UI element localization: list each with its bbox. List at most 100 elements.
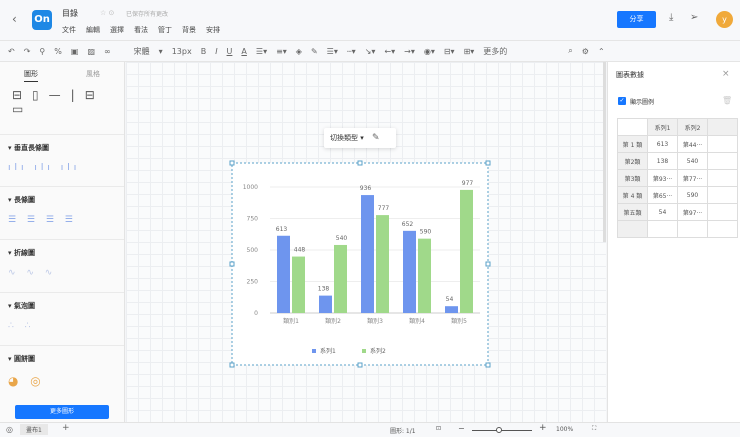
font-size-select[interactable]: 13px: [172, 47, 192, 56]
vertical-scrollbar[interactable]: [603, 62, 606, 242]
text-box-icon[interactable]: ▣: [71, 47, 79, 56]
table-cell[interactable]: [707, 169, 738, 187]
close-icon[interactable]: ×: [722, 69, 730, 79]
table-cell[interactable]: [677, 220, 708, 238]
line-color-icon[interactable]: ✎: [311, 47, 318, 56]
menu-file[interactable]: 文件: [62, 26, 76, 34]
menu-background[interactable]: 背景: [182, 26, 196, 34]
download-icon[interactable]: ⤓: [669, 12, 673, 23]
menu-arrange[interactable]: 安排: [206, 26, 220, 34]
table-cell[interactable]: [617, 118, 648, 136]
table-cell[interactable]: 系列2: [677, 118, 708, 136]
layer-icon[interactable]: ◉▾: [424, 47, 435, 56]
bar: [319, 295, 332, 313]
data-table[interactable]: 系列1 系列2 第 1 類 613 第44··· 第2類 138 540 第3類 第93··· 第7…: [617, 118, 738, 238]
table-cell[interactable]: 第五類: [617, 203, 648, 221]
fit-icon[interactable]: ⊡: [436, 425, 441, 432]
send-icon[interactable]: ➢: [690, 12, 698, 23]
table-cell[interactable]: [707, 118, 738, 136]
clear-format-icon[interactable]: %: [54, 47, 62, 56]
line-style-icon[interactable]: ┄▾: [347, 47, 356, 56]
tab-style[interactable]: 風格: [86, 69, 100, 84]
delete-icon[interactable]: 🗑: [722, 96, 732, 105]
page-tab[interactable]: 畫布1: [20, 424, 48, 435]
zoom-in-icon[interactable]: +: [539, 423, 547, 433]
table-cell[interactable]: 第 4 類: [617, 186, 648, 204]
arrow-start-icon[interactable]: ←▾: [384, 47, 395, 56]
collapse-icon[interactable]: ⌃: [598, 47, 605, 56]
zoom-slider[interactable]: [472, 430, 532, 431]
find-icon[interactable]: ⌕: [568, 46, 572, 56]
zoom-out-icon[interactable]: −: [458, 424, 465, 433]
table-cell[interactable]: 第93···: [647, 169, 678, 187]
back-button[interactable]: ‹: [12, 12, 17, 26]
edit-icon[interactable]: ✎: [372, 133, 380, 143]
group-icon[interactable]: ⊞▾: [464, 47, 475, 56]
pie-chart-icons[interactable]: ◕ ◎: [8, 374, 116, 388]
table-cell[interactable]: [707, 152, 738, 170]
more-shapes-button[interactable]: 更多圖形: [15, 405, 109, 419]
link-icon[interactable]: ∞: [104, 47, 111, 56]
menu-edit[interactable]: 編輯: [86, 26, 100, 34]
bar-chart-icons[interactable]: ☰ ☰ ☰ ☰: [8, 215, 116, 225]
table-cell[interactable]: 第77···: [677, 169, 708, 187]
bubble-chart-icons[interactable]: ∴ ∴: [8, 321, 116, 331]
menu-select[interactable]: 選擇: [110, 26, 124, 34]
table-cell[interactable]: 613: [647, 135, 678, 153]
table-cell[interactable]: [707, 135, 738, 153]
italic-icon[interactable]: I: [215, 47, 217, 56]
star-icon[interactable]: ☆ ⊙: [100, 9, 114, 17]
column-chart-icons[interactable]: ılı ılı ılı: [8, 163, 116, 173]
table-cell[interactable]: 54: [647, 203, 678, 221]
table-cell[interactable]: 第2類: [617, 152, 648, 170]
table-cell[interactable]: 第97···: [677, 203, 708, 221]
add-page-icon[interactable]: +: [62, 423, 70, 433]
fill-color-icon[interactable]: ◈: [296, 47, 302, 56]
table-cell[interactable]: [647, 220, 678, 238]
canvas[interactable]: 切換類型 ▾ ✎ 0 250 500 750 1000 613 448 類別1 138 540 類別…: [126, 62, 606, 422]
line-width-icon[interactable]: ☰▾: [327, 47, 338, 56]
undo-icon[interactable]: ↶: [8, 47, 15, 56]
arrow-end-icon[interactable]: →▾: [404, 47, 415, 56]
table-cell[interactable]: [707, 186, 738, 204]
table-cell[interactable]: 第44···: [677, 135, 708, 153]
layers-icon[interactable]: ◎: [6, 425, 13, 434]
zoom-slider-handle[interactable]: [496, 427, 502, 433]
table-cell[interactable]: [617, 220, 648, 238]
tab-shapes[interactable]: 圖形: [24, 69, 38, 82]
line-chart-icons[interactable]: ∿ ∿ ∿: [8, 268, 116, 278]
table-cell[interactable]: 第 1 類: [617, 135, 648, 153]
bold-icon[interactable]: B: [201, 47, 207, 56]
table-cell[interactable]: 590: [677, 186, 708, 204]
redo-icon[interactable]: ↷: [24, 47, 31, 56]
font-select[interactable]: 宋體: [134, 46, 150, 57]
list-icon[interactable]: ☰▾: [256, 47, 267, 56]
format-painter-icon[interactable]: ⚲: [39, 47, 45, 56]
table-cell[interactable]: [707, 220, 738, 238]
align-icon[interactable]: ≡▾: [276, 47, 287, 56]
table-cell[interactable]: 第3類: [617, 169, 648, 187]
avatar[interactable]: y: [716, 11, 733, 28]
table-cell[interactable]: 540: [677, 152, 708, 170]
chart-type-select[interactable]: 切換類型: [330, 134, 358, 142]
basic-shapes[interactable]: ⊟▯—|⊟ ▭: [0, 84, 124, 134]
menu-insert[interactable]: 管丁: [158, 26, 172, 34]
settings-icon[interactable]: ⚙: [582, 47, 589, 56]
table-cell[interactable]: 第65···: [647, 186, 678, 204]
more-button[interactable]: 更多的: [483, 46, 507, 57]
table-cell[interactable]: 系列1: [647, 118, 678, 136]
connector-icon[interactable]: ↘▾: [365, 47, 376, 56]
align-shapes-icon[interactable]: ⊟▾: [444, 47, 455, 56]
data-label: 448: [294, 247, 306, 254]
font-color-icon[interactable]: A: [241, 47, 246, 56]
image-icon[interactable]: ▨: [87, 47, 95, 56]
fullscreen-icon[interactable]: ⛶: [592, 425, 596, 433]
share-button[interactable]: 分享: [617, 11, 656, 28]
menu-view[interactable]: 看法: [134, 26, 148, 34]
bar-chart[interactable]: 0 250 500 750 1000 613 448 類別1 138 540 類別2 936 777 類別…: [220, 146, 504, 372]
underline-icon[interactable]: U: [227, 47, 233, 56]
table-cell[interactable]: 138: [647, 152, 678, 170]
document-title[interactable]: 目錄: [62, 8, 78, 19]
table-cell[interactable]: [707, 203, 738, 221]
show-legend-checkbox[interactable]: ✓: [618, 97, 626, 105]
